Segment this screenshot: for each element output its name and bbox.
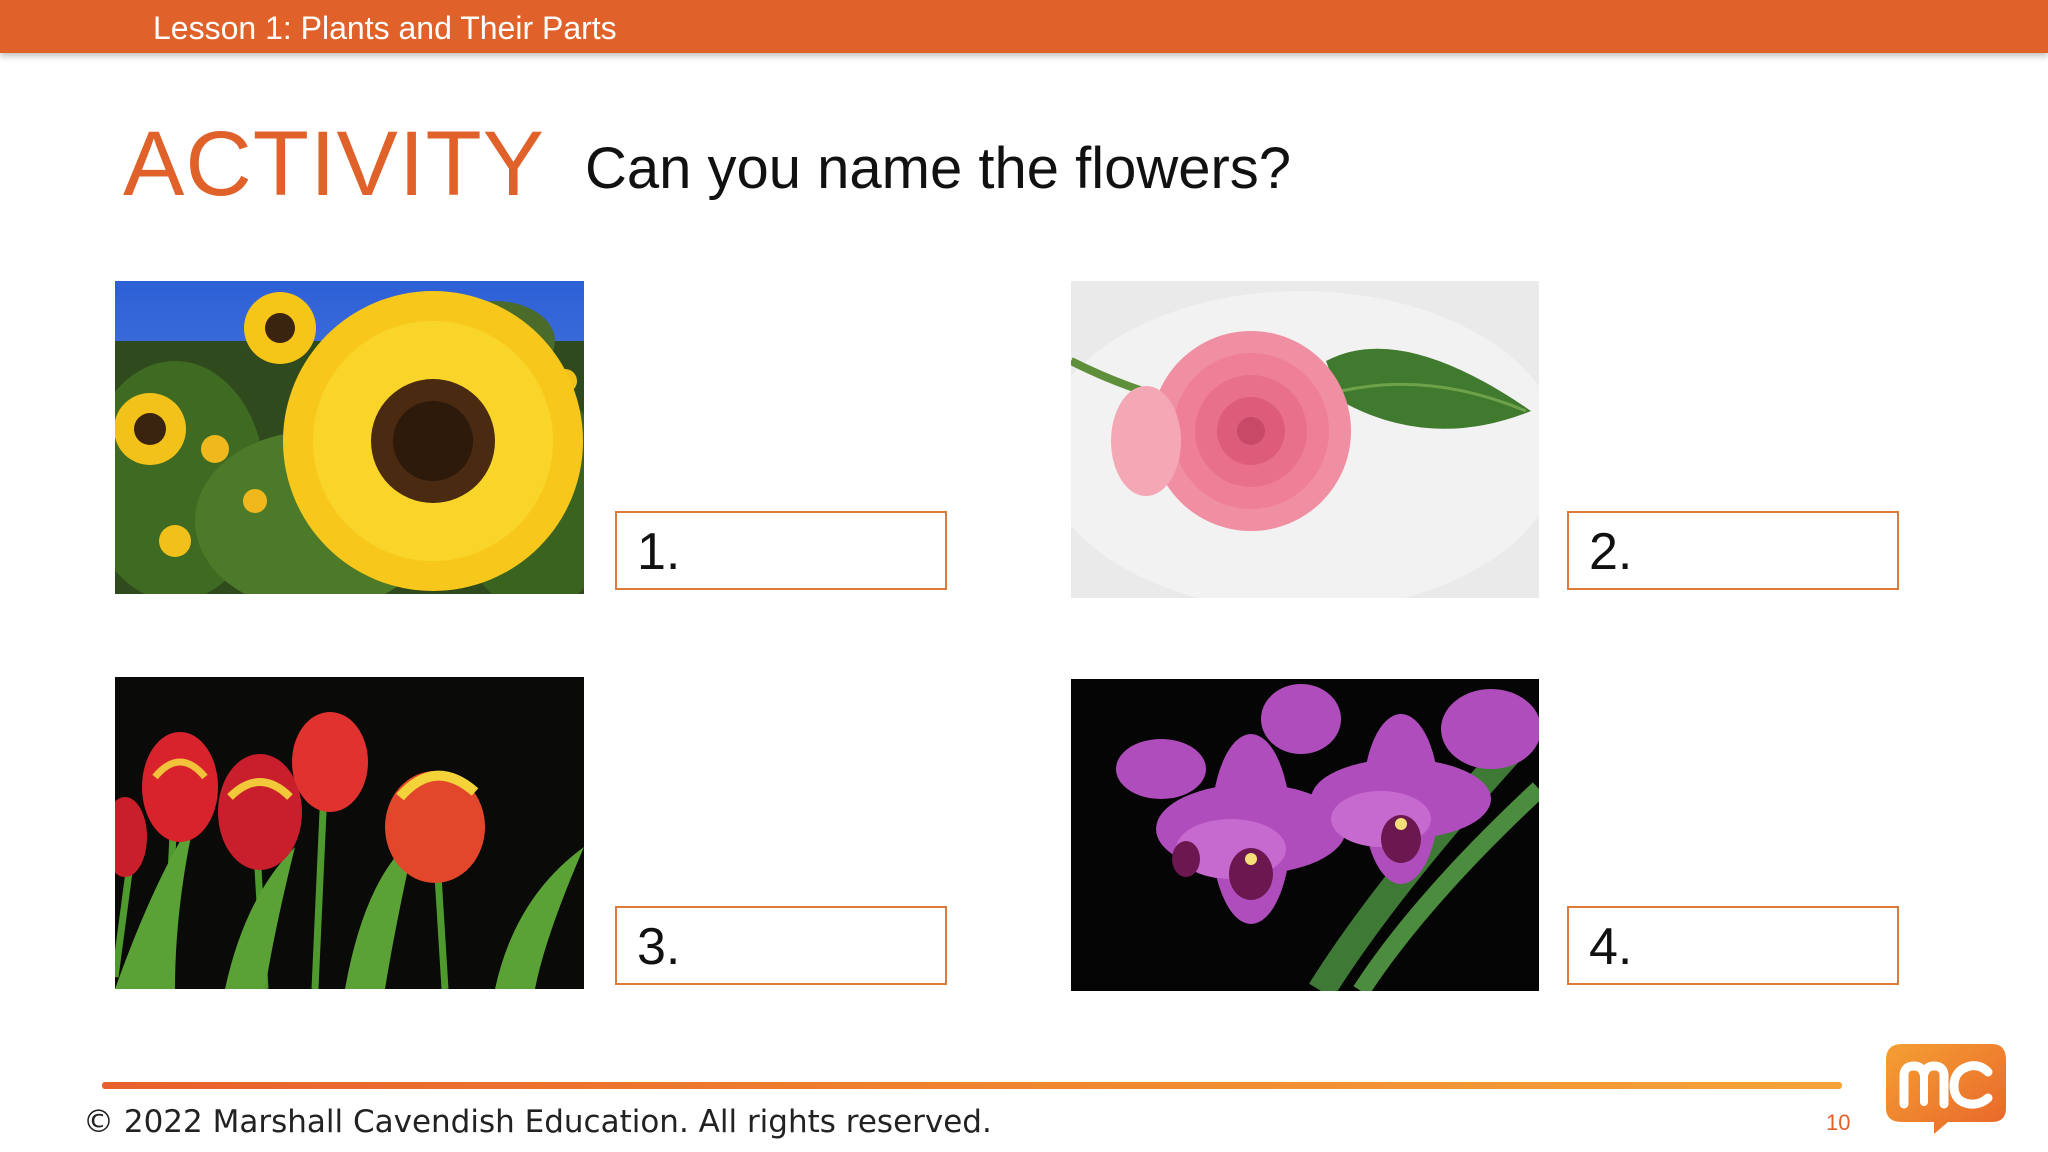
answer-box-3[interactable]: 3.: [615, 906, 947, 985]
copyright-text: © 2022 Marshall Cavendish Education. All…: [83, 1104, 992, 1140]
footer-divider: [102, 1082, 1842, 1089]
header-bar: Lesson 1: Plants and Their Parts: [0, 0, 2048, 53]
mc-logo-icon: [1884, 1042, 2008, 1134]
tulip-photo: [115, 677, 584, 989]
answer-number: 1.: [637, 523, 681, 581]
activity-heading: ACTIVITY: [123, 113, 546, 215]
sunflower-photo: [115, 281, 584, 594]
answer-box-2[interactable]: 2.: [1567, 511, 1899, 590]
rose-photo: [1071, 281, 1539, 598]
answer-box-1[interactable]: 1.: [615, 511, 947, 590]
orchid-photo: [1071, 679, 1539, 991]
answer-number: 2.: [1589, 523, 1633, 581]
page-number: 10: [1826, 1110, 1851, 1135]
answer-box-4[interactable]: 4.: [1567, 906, 1899, 985]
answer-number: 4.: [1589, 918, 1633, 976]
lesson-title: Lesson 1: Plants and Their Parts: [153, 10, 617, 46]
activity-question: Can you name the flowers?: [585, 136, 1292, 201]
answer-number: 3.: [637, 918, 681, 976]
